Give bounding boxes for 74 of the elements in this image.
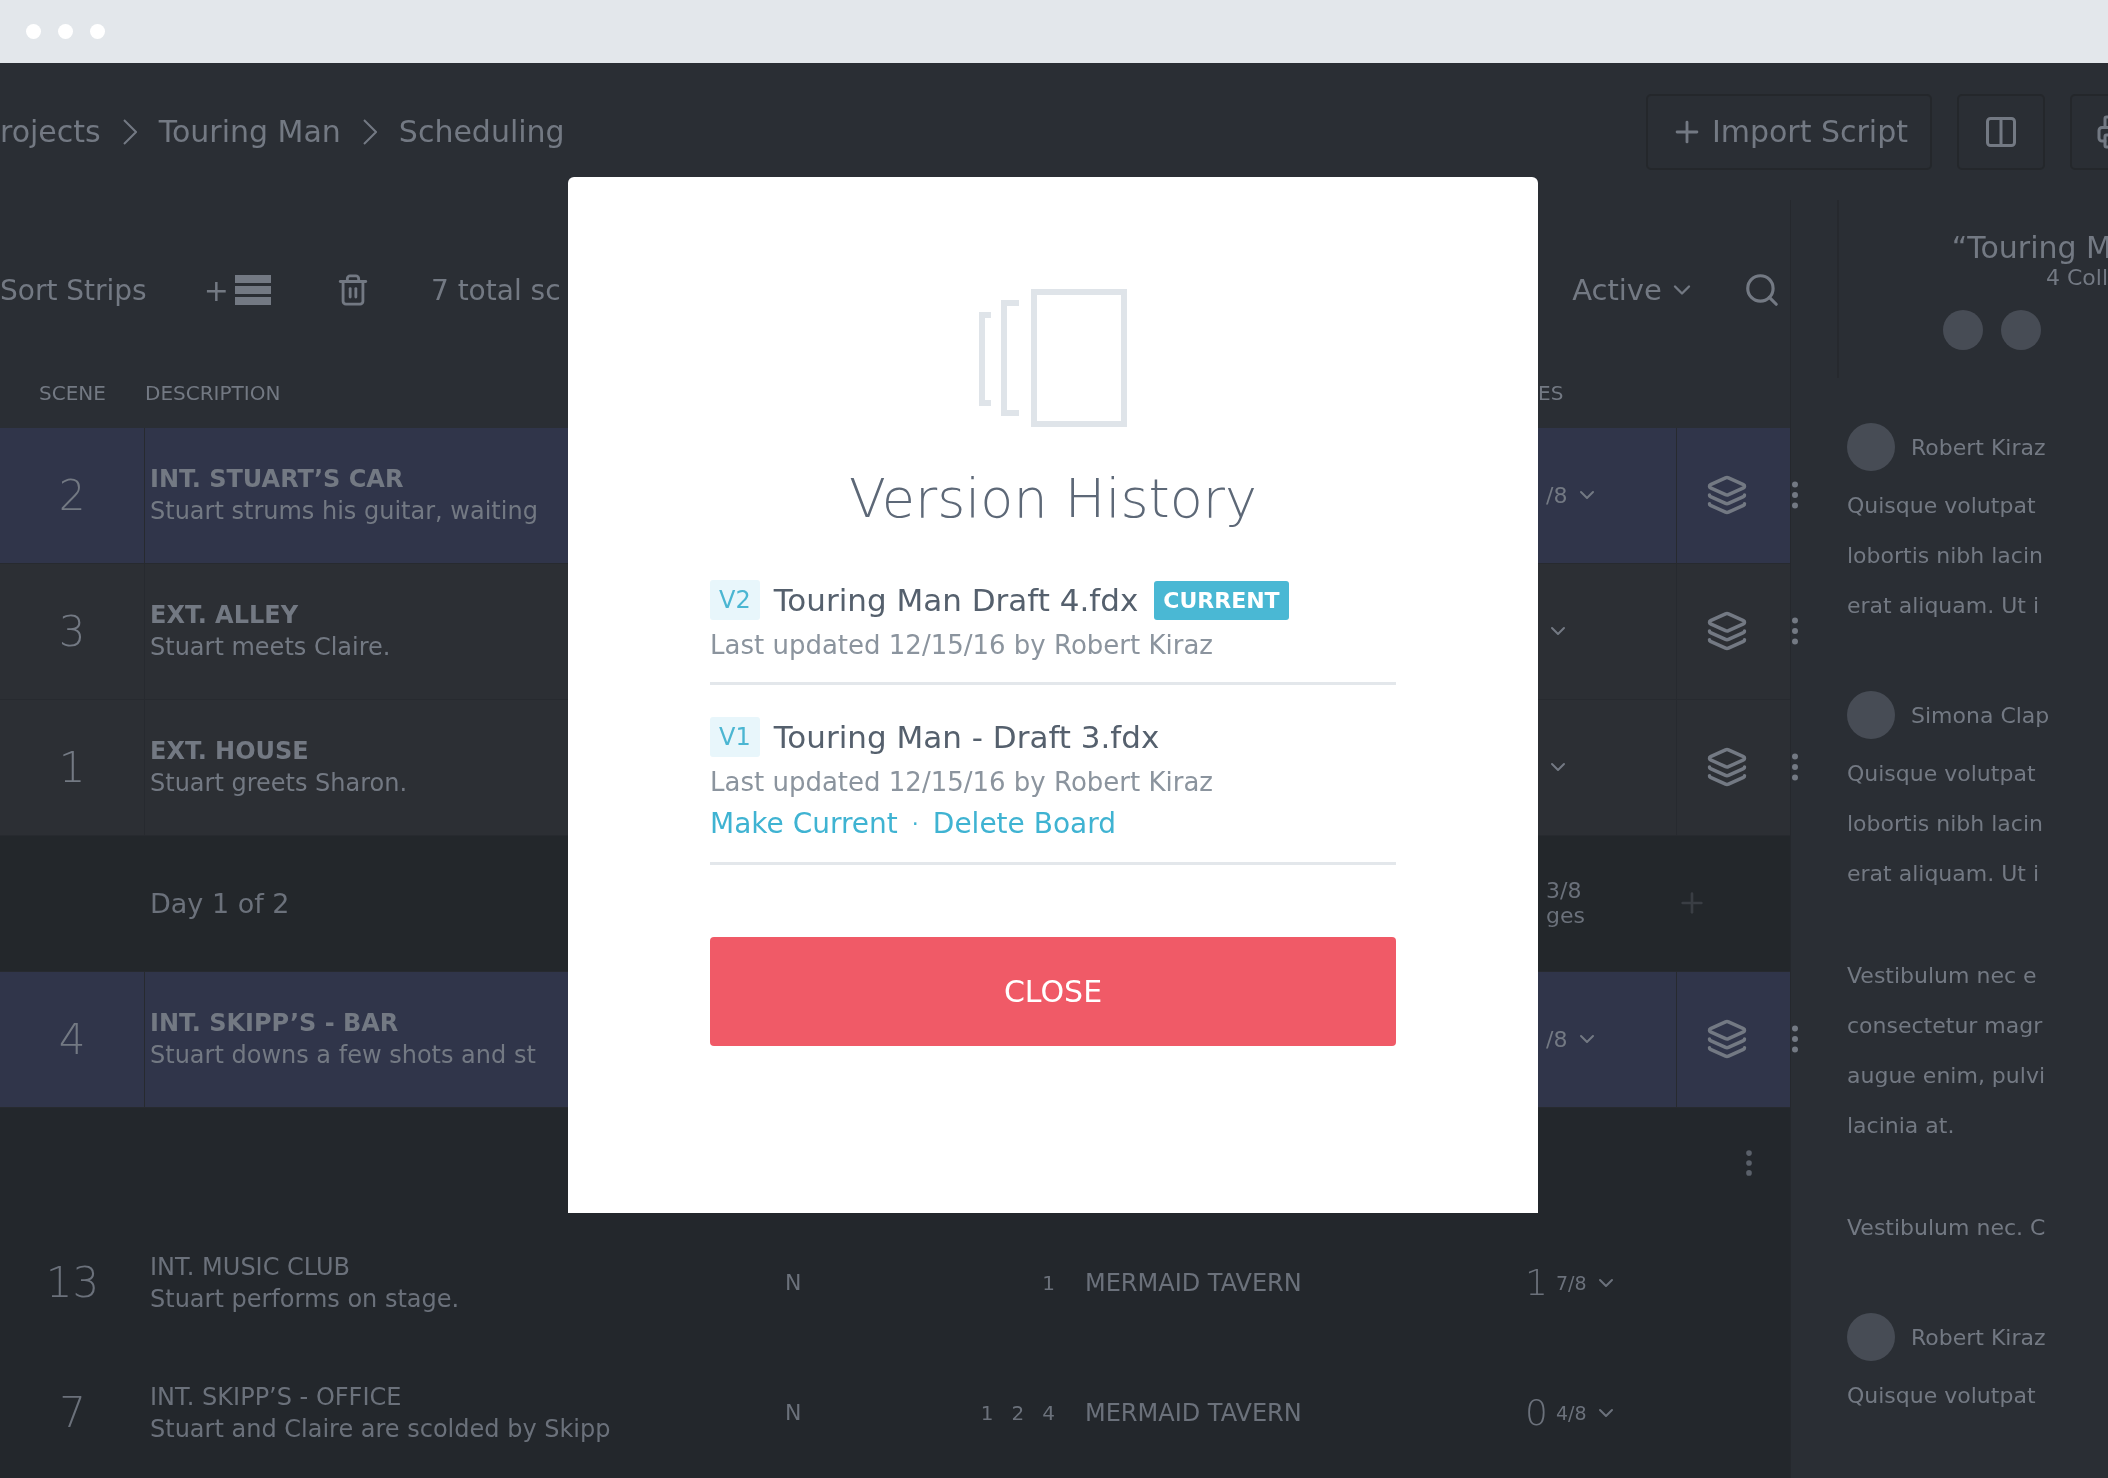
- breadcrumb-link[interactable]: Touring Man: [158, 114, 341, 149]
- scene-heading: INT. STUART’S CAR: [150, 465, 405, 494]
- day-pages: 3/8: [1546, 878, 1583, 904]
- import-script-button[interactable]: Import Script: [1645, 93, 1932, 170]
- filter-dropdown[interactable]: Active: [1572, 273, 1662, 307]
- version-badge: V2: [710, 580, 760, 620]
- page-count: 1: [1525, 1262, 1548, 1304]
- scene-description: Stuart performs on stage.: [150, 1285, 461, 1313]
- time-of-day: N: [745, 1400, 925, 1426]
- location: MERMAID TAVERN: [1085, 1399, 1303, 1427]
- column-header: DESCRIPTION: [145, 381, 281, 406]
- total-scenes-label: 7 total sc: [430, 273, 561, 307]
- comment-text: erat aliquam. Ut i: [1847, 860, 2041, 888]
- comment-author: Robert Kiraz: [1911, 1324, 2046, 1350]
- version-badge: V1: [710, 717, 760, 757]
- cast-id: 2: [1011, 1401, 1025, 1425]
- time-of-day: N: [745, 1270, 925, 1296]
- dialog-title: Version History: [849, 467, 1257, 530]
- scene-description: Stuart and Claire are scolded by Skipp: [150, 1415, 612, 1443]
- scene-description: Stuart strums his guitar, waiting: [150, 497, 539, 526]
- cast-id: 1: [1042, 1271, 1055, 1295]
- file-name: Touring Man Draft 4.fdx: [773, 582, 1139, 618]
- comment-text: Vestibulum nec e: [1847, 962, 2038, 990]
- last-updated-text: Last updated 12/15/16 by Robert Kiraz: [710, 630, 1214, 660]
- scene-description: Stuart greets Sharon.: [150, 769, 409, 798]
- separator: ·: [911, 811, 919, 836]
- comment-author: Simona Clap: [1911, 702, 2050, 728]
- comment-author: Robert Kiraz: [1911, 434, 2046, 460]
- scene-description: Stuart downs a few shots and st: [150, 1041, 537, 1070]
- sort-strips-button[interactable]: Sort Strips: [0, 273, 147, 307]
- page-fraction: 7/8: [1555, 1272, 1587, 1294]
- last-updated-text: Last updated 12/15/16 by Robert Kiraz: [710, 767, 1214, 797]
- breadcrumb-link[interactable]: Scheduling: [398, 114, 565, 149]
- breadcrumb-link[interactable]: rojects: [0, 114, 101, 149]
- scene-number: 3: [0, 563, 145, 699]
- scene-heading: EXT. ALLEY: [150, 601, 300, 630]
- scene-number: 2: [0, 427, 145, 563]
- comment-text: lobortis nibh lacin: [1847, 542, 2044, 570]
- page-count: 0: [1525, 1392, 1548, 1434]
- scene-heading: INT. SKIPP’S - BAR: [150, 1009, 400, 1038]
- action-link[interactable]: Make Current: [710, 807, 898, 840]
- day-pages-label: ges: [1546, 903, 1586, 929]
- cast-id: 4: [1042, 1401, 1055, 1425]
- scene-number: 1: [0, 699, 145, 835]
- close-button[interactable]: CLOSE: [710, 937, 1396, 1046]
- comment-text: lacinia at.: [1847, 1112, 1956, 1140]
- column-header: SCENE: [39, 381, 106, 406]
- comment-text: consectetur magr: [1847, 1012, 2044, 1040]
- location: MERMAID TAVERN: [1085, 1269, 1303, 1297]
- scene-number: 7: [58, 1388, 87, 1438]
- scene-description: Stuart meets Claire.: [150, 633, 392, 662]
- page-count: /8: [1546, 482, 1568, 508]
- collaborator-count: 4 Coll: [2045, 265, 2108, 290]
- current-badge: CURRENT: [1154, 580, 1289, 620]
- page-count: /8: [1546, 1026, 1568, 1052]
- comment-text: augue enim, pulvi: [1847, 1062, 2047, 1090]
- scene-number: 4: [0, 971, 145, 1107]
- comment-text: lobortis nibh lacin: [1847, 810, 2044, 838]
- comment-text: Quisque volutpat: [1847, 1382, 2037, 1410]
- scene-heading: EXT. HOUSE: [150, 737, 310, 766]
- cast-id: 1: [980, 1401, 994, 1425]
- scene-number: 13: [44, 1258, 101, 1308]
- comment-text: erat aliquam. Ut i: [1847, 592, 2041, 620]
- comment-text: Quisque volutpat: [1847, 760, 2037, 788]
- scene-heading: INT. MUSIC CLUB: [150, 1253, 352, 1281]
- file-name: Touring Man - Draft 3.fdx: [773, 719, 1160, 755]
- add-label[interactable]: +: [203, 272, 229, 308]
- action-link[interactable]: Delete Board: [932, 807, 1117, 840]
- day-label: Day 1 of 2: [150, 887, 291, 919]
- page-fraction: 4/8: [1555, 1402, 1587, 1424]
- comment-text: Vestibulum nec. C: [1847, 1214, 2047, 1242]
- column-header: ES: [1538, 381, 1564, 406]
- comment-text: Quisque volutpat: [1847, 492, 2037, 520]
- scene-heading: INT. SKIPP’S - OFFICE: [150, 1383, 403, 1411]
